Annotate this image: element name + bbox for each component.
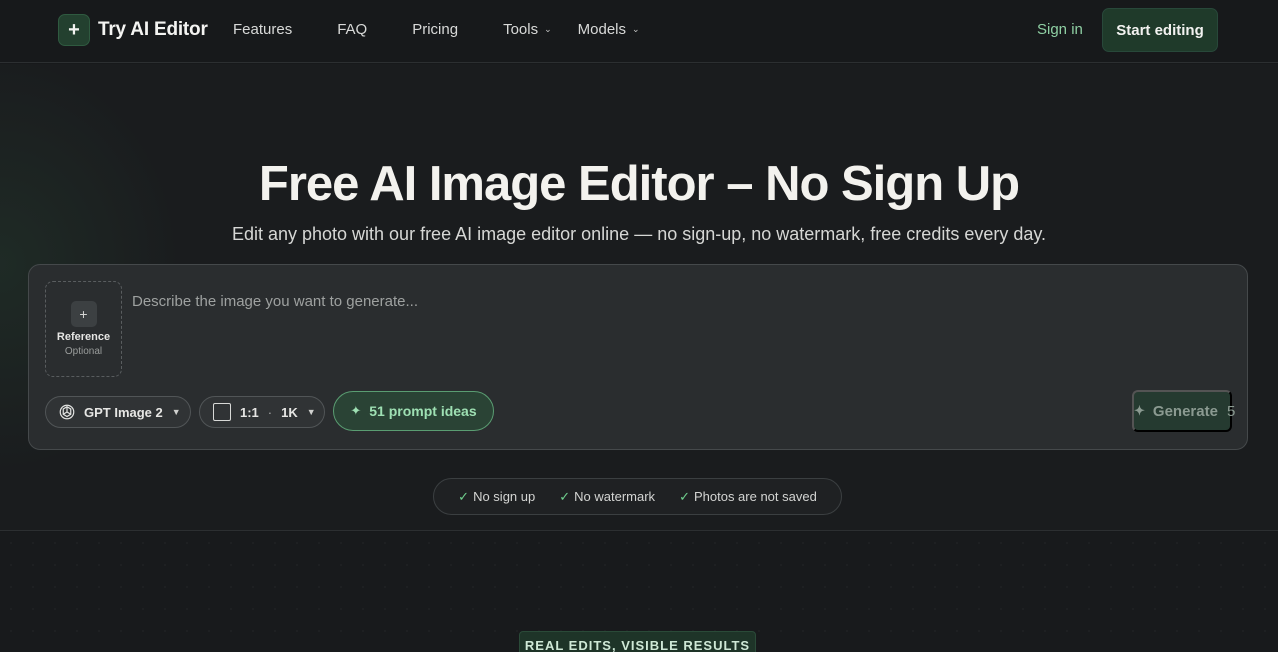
aspect-ratio-value: 1:1 [240, 404, 259, 420]
reference-label: Reference [56, 331, 111, 343]
prompt-ideas-button[interactable]: ✦ 51 prompt ideas [333, 391, 494, 431]
page-title: Free AI Image Editor – No Sign Up [258, 157, 1020, 211]
nav-pricing[interactable]: Pricing [412, 21, 458, 38]
prompt-input[interactable] [132, 289, 1212, 313]
editor-card: + Reference Optional GPT Image 2 ▼ 1:1 ·… [28, 264, 1248, 450]
badge-no-sign-up: ✓ No sign up [458, 489, 535, 505]
start-editing-button[interactable]: Start editing [1102, 8, 1218, 52]
nav-tools-dropdown[interactable]: Tools ⌄ [503, 21, 552, 38]
top-navigation-bar: + Try AI Editor Features FAQ Pricing Too… [0, 0, 1278, 63]
main-nav: Features FAQ Pricing Tools ⌄ Models ⌄ [233, 21, 666, 38]
nav-pricing-label: Pricing [412, 21, 459, 38]
logo-text: Try AI Editor [98, 19, 208, 40]
model-select-label: GPT Image 2 [84, 404, 163, 420]
reference-optional-label: Optional [64, 346, 103, 357]
chevron-down-icon: ⌄ [544, 24, 552, 34]
caret-down-icon: ▼ [171, 407, 181, 417]
nav-models-label: Models [577, 21, 627, 38]
check-icon: ✓ [679, 488, 690, 504]
section-eyebrow: REAL EDITS, VISIBLE RESULTS [519, 631, 756, 652]
trust-badges: ✓ No sign up ✓ No watermark ✓ Photos are no… [433, 478, 842, 515]
badge-photos-not-saved: ✓ Photos are not saved [679, 489, 817, 505]
badge-label: No sign up [473, 489, 536, 504]
generate-button[interactable]: ✦ Generate 5 [1132, 390, 1236, 432]
nav-tools-label: Tools [503, 21, 539, 38]
badge-no-watermark: ✓ No watermark [559, 489, 655, 505]
nav-features-label: Features [233, 21, 293, 38]
nav-faq[interactable]: FAQ [337, 21, 367, 38]
sign-in-link[interactable]: Sign in [1037, 21, 1083, 38]
chevron-down-icon: ⌄ [632, 24, 640, 34]
openai-icon [59, 404, 75, 420]
badge-label: Photos are not saved [693, 489, 817, 504]
caret-down-icon: ▼ [306, 407, 316, 417]
aspect-resolution-select[interactable]: 1:1 · 1K ▼ [199, 396, 325, 428]
nav-models-dropdown[interactable]: Models ⌄ [578, 21, 640, 38]
nav-features[interactable]: Features [233, 21, 292, 38]
separator-dot: · [267, 404, 273, 420]
check-icon: ✓ [458, 488, 470, 504]
resolution-value: 1K [281, 404, 298, 420]
reference-upload[interactable]: + Reference Optional [45, 281, 122, 377]
nav-faq-label: FAQ [337, 21, 368, 38]
prompt-ideas-label: 51 prompt ideas [369, 403, 477, 419]
plus-icon: + [70, 301, 97, 327]
aspect-square-icon [213, 403, 231, 421]
generate-label: Generate [1152, 402, 1218, 420]
generate-credit-cost: 5 [1226, 402, 1236, 420]
sparkle-icon: ✦ [350, 403, 362, 418]
sparkle-icon: + [58, 14, 90, 46]
model-select[interactable]: GPT Image 2 ▼ [45, 396, 191, 428]
check-icon: ✓ [559, 488, 571, 504]
page-subtitle: Edit any photo with our free AI image ed… [231, 224, 1047, 244]
sparkle-icon: ✦ [1134, 403, 1145, 418]
logo[interactable]: + Try AI Editor [58, 14, 208, 46]
badge-label: No watermark [574, 489, 656, 504]
